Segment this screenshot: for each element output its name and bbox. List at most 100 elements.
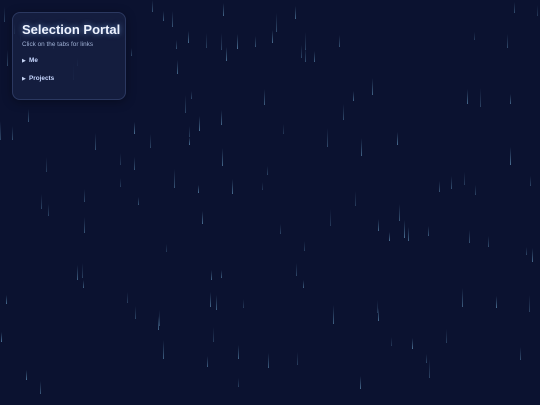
raindrop: [526, 247, 527, 255]
raindrop: [189, 126, 190, 137]
tab-projects[interactable]: ▶ Projects: [22, 74, 116, 84]
raindrop: [339, 35, 340, 47]
raindrop: [77, 265, 78, 280]
raindrop: [172, 11, 173, 27]
raindrop: [202, 211, 203, 224]
raindrop: [446, 329, 447, 343]
raindrop: [514, 2, 515, 13]
raindrop: [532, 248, 533, 262]
raindrop: [464, 172, 465, 185]
raindrop: [304, 241, 305, 251]
raindrop: [267, 166, 268, 175]
raindrop: [207, 356, 208, 367]
raindrop: [83, 280, 84, 288]
raindrop: [510, 94, 511, 104]
raindrop: [1, 332, 2, 342]
raindrop: [378, 219, 379, 231]
raindrop: [295, 6, 296, 19]
raindrop: [333, 305, 334, 324]
raindrop: [189, 137, 190, 145]
raindrop: [378, 308, 379, 321]
raindrop: [41, 194, 42, 209]
raindrop: [537, 5, 538, 16]
raindrop: [283, 124, 284, 134]
raindrop: [262, 182, 263, 190]
raindrop: [221, 33, 222, 50]
raindrop: [462, 288, 463, 307]
raindrop: [297, 352, 298, 365]
raindrop: [272, 30, 273, 43]
raindrop: [185, 95, 186, 113]
raindrop: [211, 270, 212, 280]
raindrop: [120, 153, 121, 165]
raindrop: [28, 109, 29, 122]
raindrop: [206, 33, 207, 48]
raindrop: [399, 204, 400, 221]
raindrop: [127, 292, 128, 303]
raindrop: [199, 116, 200, 131]
raindrop: [264, 89, 265, 105]
raindrop: [488, 236, 489, 247]
raindrop: [255, 36, 256, 47]
raindrop: [4, 7, 5, 22]
selection-portal-panel: Selection Portal Click on the tabs for l…: [12, 12, 126, 100]
raindrop: [451, 176, 452, 189]
raindrop: [361, 138, 362, 156]
raindrop: [213, 327, 214, 342]
raindrop: [176, 40, 177, 49]
raindrop: [305, 48, 306, 62]
raindrop: [428, 226, 429, 236]
raindrop: [280, 224, 281, 234]
tab-me[interactable]: ▶ Me: [22, 56, 116, 66]
raindrop: [135, 306, 136, 319]
raindrop: [163, 340, 164, 359]
raindrop: [120, 178, 121, 187]
raindrop: [12, 126, 13, 140]
raindrop: [26, 370, 27, 380]
raindrop: [389, 232, 390, 241]
raindrop: [223, 3, 224, 16]
tab-list: ▶ Me ▶ Projects: [22, 56, 116, 84]
raindrop: [163, 11, 164, 21]
raindrop: [152, 0, 153, 12]
raindrop: [475, 185, 476, 195]
raindrop: [404, 220, 405, 238]
raindrop: [408, 227, 409, 241]
raindrop: [426, 354, 427, 363]
raindrop: [131, 48, 132, 56]
raindrop: [174, 169, 175, 188]
raindrop: [353, 91, 354, 101]
raindrop: [529, 295, 530, 312]
raindrop: [226, 47, 227, 61]
raindrop: [510, 147, 511, 165]
raindrop: [243, 299, 244, 308]
raindrop: [276, 13, 277, 32]
raindrop: [360, 376, 361, 389]
raindrop: [480, 88, 481, 107]
raindrop: [296, 263, 297, 276]
raindrop: [198, 185, 199, 193]
raindrop: [158, 316, 159, 330]
raindrop: [216, 295, 217, 310]
raindrop: [439, 181, 440, 192]
raindrop: [355, 191, 356, 206]
raindrop: [303, 280, 304, 288]
raindrop: [305, 32, 306, 50]
raindrop: [469, 230, 470, 243]
raindrop: [95, 133, 96, 150]
panel-subtitle: Click on the tabs for links: [22, 41, 94, 48]
raindrop: [210, 292, 211, 307]
raindrop: [467, 89, 468, 104]
raindrop: [429, 359, 430, 378]
raindrop: [301, 45, 302, 58]
raindrop: [150, 134, 151, 148]
raindrop: [530, 176, 531, 186]
raindrop: [46, 157, 47, 172]
raindrop: [377, 300, 378, 313]
raindrop: [84, 217, 85, 233]
raindrop: [496, 296, 497, 308]
raindrop: [330, 209, 331, 226]
raindrop: [48, 204, 49, 216]
raindrop: [0, 121, 1, 140]
raindrop: [238, 378, 239, 387]
